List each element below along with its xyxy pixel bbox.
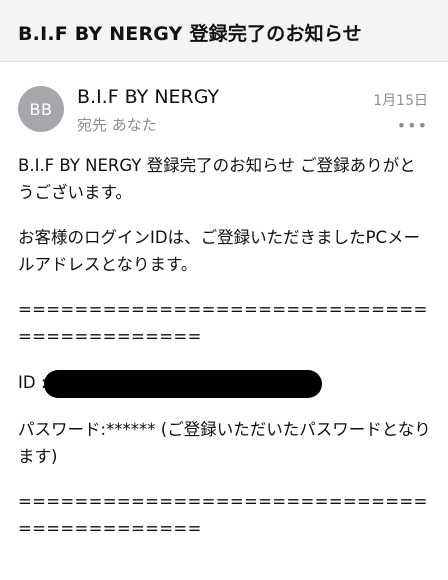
body-paragraph-thanks: B.I.F BY NERGY 登録完了のお知らせ ご登録ありがとうございます。 (18, 156, 416, 202)
password-line: パスワード:****** (ご登録いただいたパスワードとなります) (18, 420, 431, 466)
body-paragraph-login-id: お客様のログインIDは、ご登録いただきましたPCメールアドレスとなります。 (18, 228, 421, 274)
recipient-line[interactable]: 宛先 あなた (77, 114, 157, 135)
mail-subject-header: B.I.F BY NERGY 登録完了のお知らせ (0, 0, 448, 62)
separator-line: ========================================… (18, 300, 428, 346)
sender-name[interactable]: B.I.F BY NERGY (77, 86, 219, 108)
sender-avatar[interactable]: BB (18, 86, 64, 132)
mail-subject: B.I.F BY NERGY 登録完了のお知らせ (18, 23, 362, 45)
id-label: ID : (18, 373, 47, 392)
message-body: B.I.F BY NERGY 登録完了のお知らせ ご登録ありがとうございます。 … (18, 152, 432, 560)
separator-line-bottom: ========================================… (18, 492, 428, 538)
id-line: ID : (18, 368, 432, 398)
redacted-id (44, 370, 322, 398)
more-options-icon[interactable]: ••• (397, 116, 428, 135)
message-date: 1月15日 (373, 93, 428, 109)
